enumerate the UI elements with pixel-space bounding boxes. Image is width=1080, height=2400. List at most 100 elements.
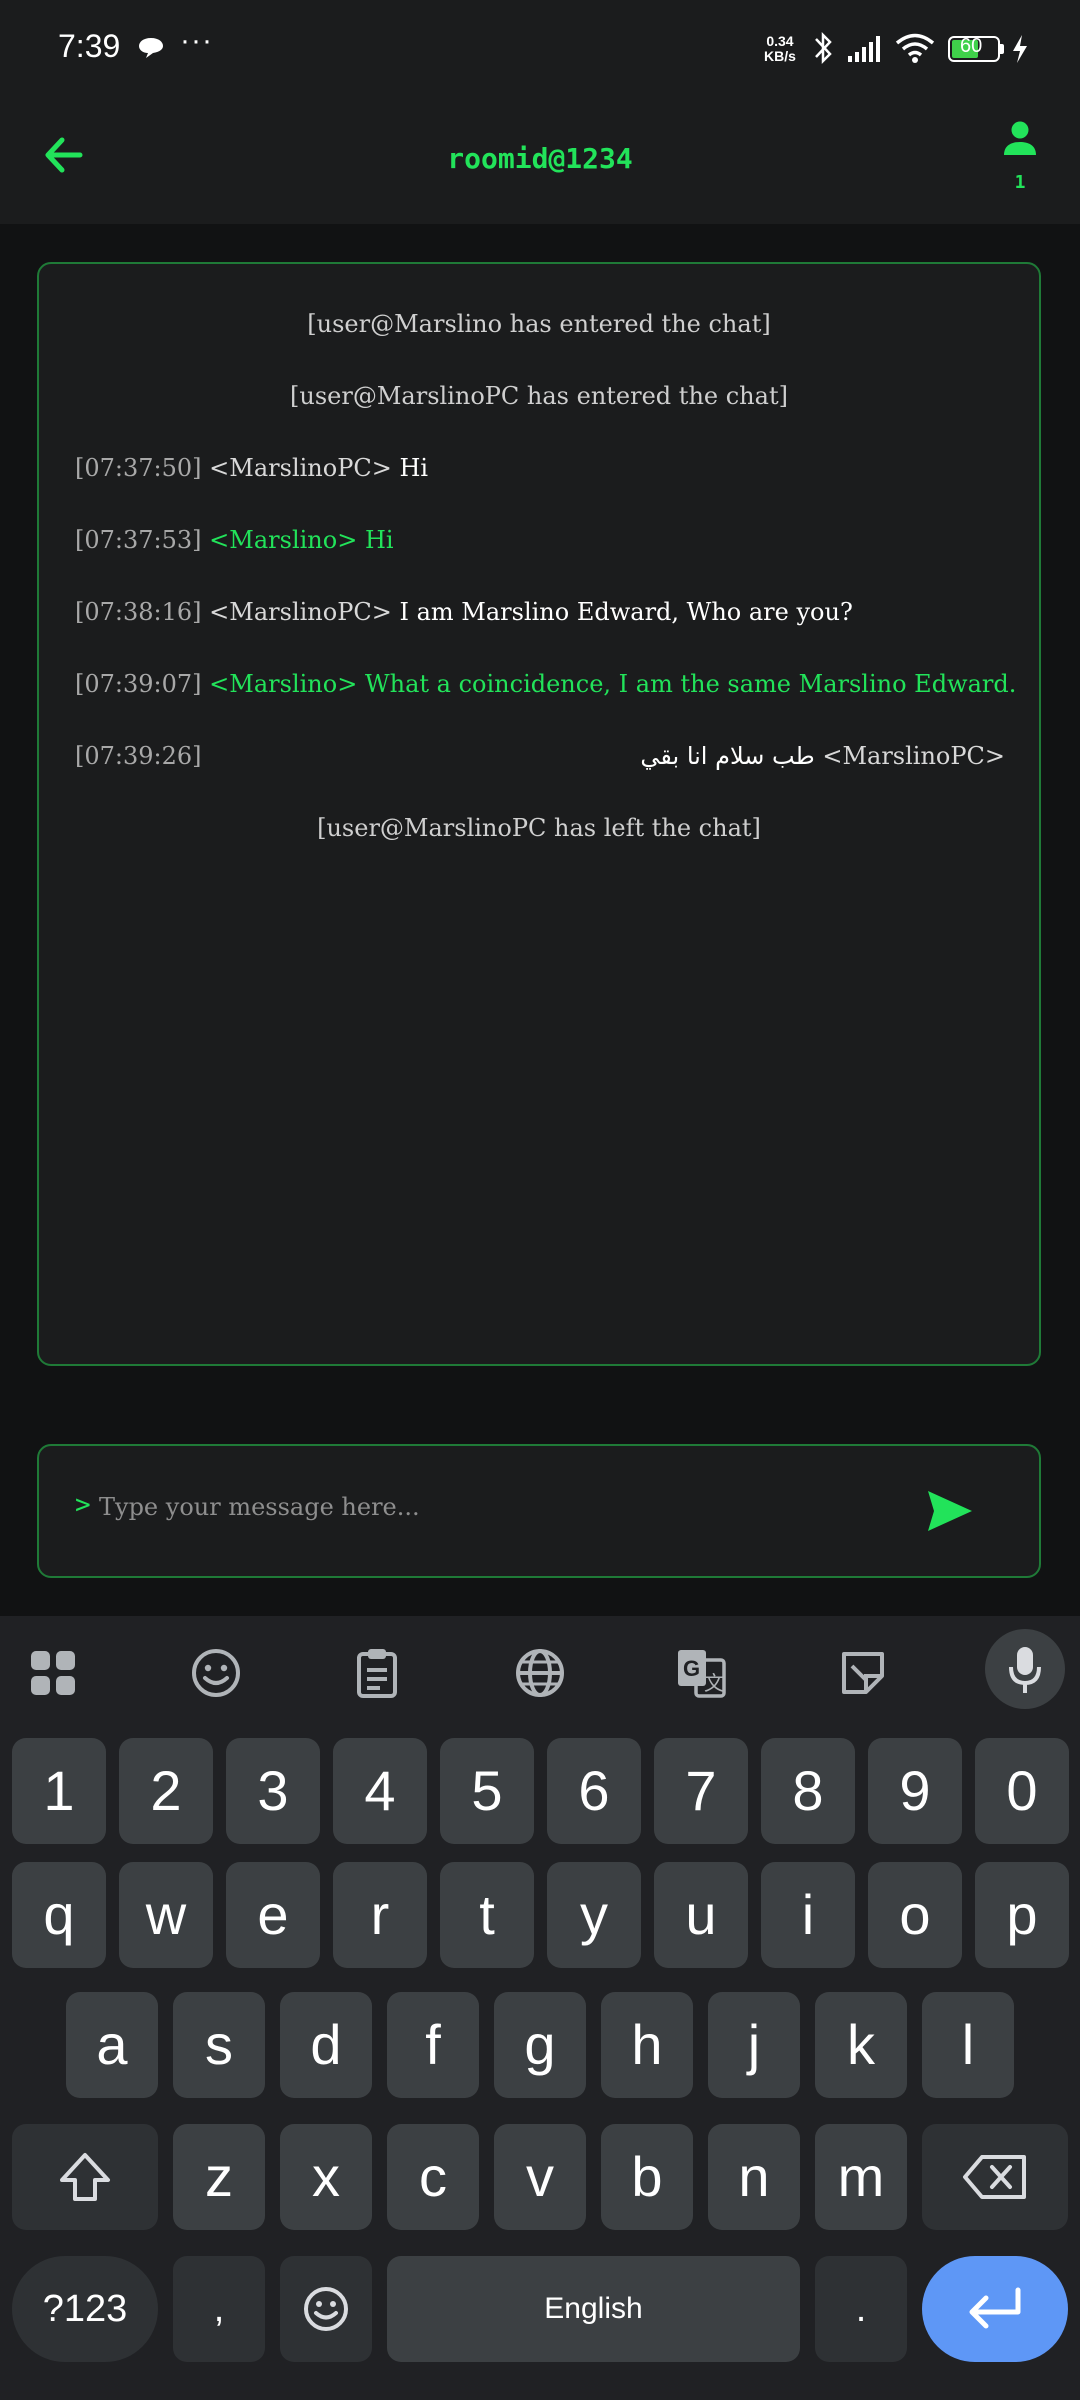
key-3[interactable]: 3 [226,1738,320,1844]
chat-message: [07:38:16] <MarslinoPC> I am Marslino Ed… [75,598,1005,626]
status-bar: 7:39 ··· 0.34 KB/s 60 [0,0,1080,98]
key-w[interactable]: w [119,1862,213,1968]
key-z[interactable]: z [173,2124,265,2230]
message-timestamp: [07:38:16] [75,598,202,626]
system-message: [user@MarslinoPC has entered the chat] [290,382,788,410]
key-c[interactable]: c [387,2124,479,2230]
key-j[interactable]: j [708,1992,800,2098]
message-text: What a coincidence, I am the same Marsli… [364,670,1017,698]
apps-icon[interactable] [26,1646,80,1700]
key-o[interactable]: o [868,1862,962,1968]
key-8[interactable]: 8 [761,1738,855,1844]
svg-text:文: 文 [704,1672,724,1695]
message-text: Hi [364,526,394,554]
key-b[interactable]: b [601,2124,693,2230]
message-input[interactable] [97,1486,921,1528]
shift-key[interactable] [12,2124,158,2230]
chat-bubble-icon [139,38,163,58]
key-a[interactable]: a [66,1992,158,2098]
chat-message: [07:37:50] <MarslinoPC> Hi [75,454,1005,482]
key-e[interactable]: e [226,1862,320,1968]
key-4[interactable]: 4 [333,1738,427,1844]
key-g[interactable]: g [494,1992,586,2098]
message-nick: <MarslinoPC> [209,454,392,482]
charging-icon [1013,35,1027,63]
key-1[interactable]: 1 [12,1738,106,1844]
key-q[interactable]: q [12,1862,106,1968]
key-x[interactable]: x [280,2124,372,2230]
send-icon[interactable] [925,1488,975,1534]
key-5[interactable]: 5 [440,1738,534,1844]
key-l[interactable]: l [922,1992,1014,2098]
chat-log[interactable]: [user@Marslino has entered the chat] [us… [37,262,1041,1366]
key-6[interactable]: 6 [547,1738,641,1844]
message-nick: <MarslinoPC> [822,742,1005,770]
chat-message: [07:39:26] طب سلام انا بقي <MarslinoPC> [75,742,1005,770]
battery-level: 60 [960,35,983,57]
on-screen-keyboard: G 文 1 2 3 4 5 6 7 8 9 0 q w e r t y u i … [0,1616,1080,2400]
key-2[interactable]: 2 [119,1738,213,1844]
shift-icon [60,2153,110,2201]
period-key[interactable]: . [815,2256,907,2362]
key-v[interactable]: v [494,2124,586,2230]
system-message: [user@Marslino has entered the chat] [307,310,771,338]
room-title: roomid@1234 [447,142,633,175]
network-speed: 0.34 KB/s [764,34,796,64]
message-nick: <MarslinoPC> [209,598,392,626]
key-n[interactable]: n [708,2124,800,2230]
bluetooth-icon [815,31,832,65]
key-h[interactable]: h [601,1992,693,2098]
message-text: طب سلام انا بقي [640,742,815,770]
key-9[interactable]: 9 [868,1738,962,1844]
mic-icon [1009,1647,1041,1693]
battery-icon: 60 [948,35,1000,62]
speed-unit: KB/s [764,48,796,64]
speed-value: 0.34 [766,33,794,49]
enter-key[interactable] [922,2256,1068,2362]
status-time: 7:39 [58,28,121,64]
key-u[interactable]: u [654,1862,748,1968]
user-count: 1 [1014,172,1026,193]
message-text: I am Marslino Edward, Who are you? [399,598,853,626]
key-y[interactable]: y [547,1862,641,1968]
symbols-key[interactable]: ?123 [12,2256,158,2362]
message-timestamp: [07:39:26] [75,742,202,770]
message-composer: > [37,1444,1041,1578]
users-button[interactable]: 1 [996,120,1044,200]
system-message: [user@MarslinoPC has left the chat] [317,814,761,842]
emoji-icon[interactable] [189,1646,243,1700]
key-m[interactable]: m [815,2124,907,2230]
key-0[interactable]: 0 [975,1738,1069,1844]
key-d[interactable]: d [280,1992,372,2098]
key-7[interactable]: 7 [654,1738,748,1844]
translate-icon[interactable]: G 文 [674,1646,728,1700]
svg-text:G: G [683,1656,700,1681]
battery-cap [1000,44,1004,54]
enter-icon [969,2287,1021,2329]
key-k[interactable]: k [815,1992,907,2098]
wifi-icon [895,33,935,63]
key-r[interactable]: r [333,1862,427,1968]
person-icon [1004,121,1036,155]
comma-key[interactable]: , [173,2256,265,2362]
key-t[interactable]: t [440,1862,534,1968]
clipboard-icon[interactable] [350,1646,404,1700]
message-text: Hi [399,454,429,482]
key-i[interactable]: i [761,1862,855,1968]
sticker-icon[interactable] [836,1646,890,1700]
message-timestamp: [07:39:07] [75,670,202,698]
emoji-key[interactable] [280,2256,372,2362]
message-rtl-wrap: طب سلام انا بقي <MarslinoPC> [640,742,1005,770]
key-s[interactable]: s [173,1992,265,2098]
chat-message-own: [07:37:53] <Marslino> Hi [75,526,1005,554]
globe-icon[interactable] [513,1646,567,1700]
signal-icon [848,36,880,62]
space-key[interactable]: English [387,2256,800,2362]
key-p[interactable]: p [975,1862,1069,1968]
backspace-icon [963,2155,1026,2199]
more-notifications-icon: ··· [180,24,213,57]
backspace-key[interactable] [922,2124,1068,2230]
message-nick: <Marslino> [209,526,358,554]
key-f[interactable]: f [387,1992,479,2098]
voice-input-button[interactable] [985,1629,1065,1709]
